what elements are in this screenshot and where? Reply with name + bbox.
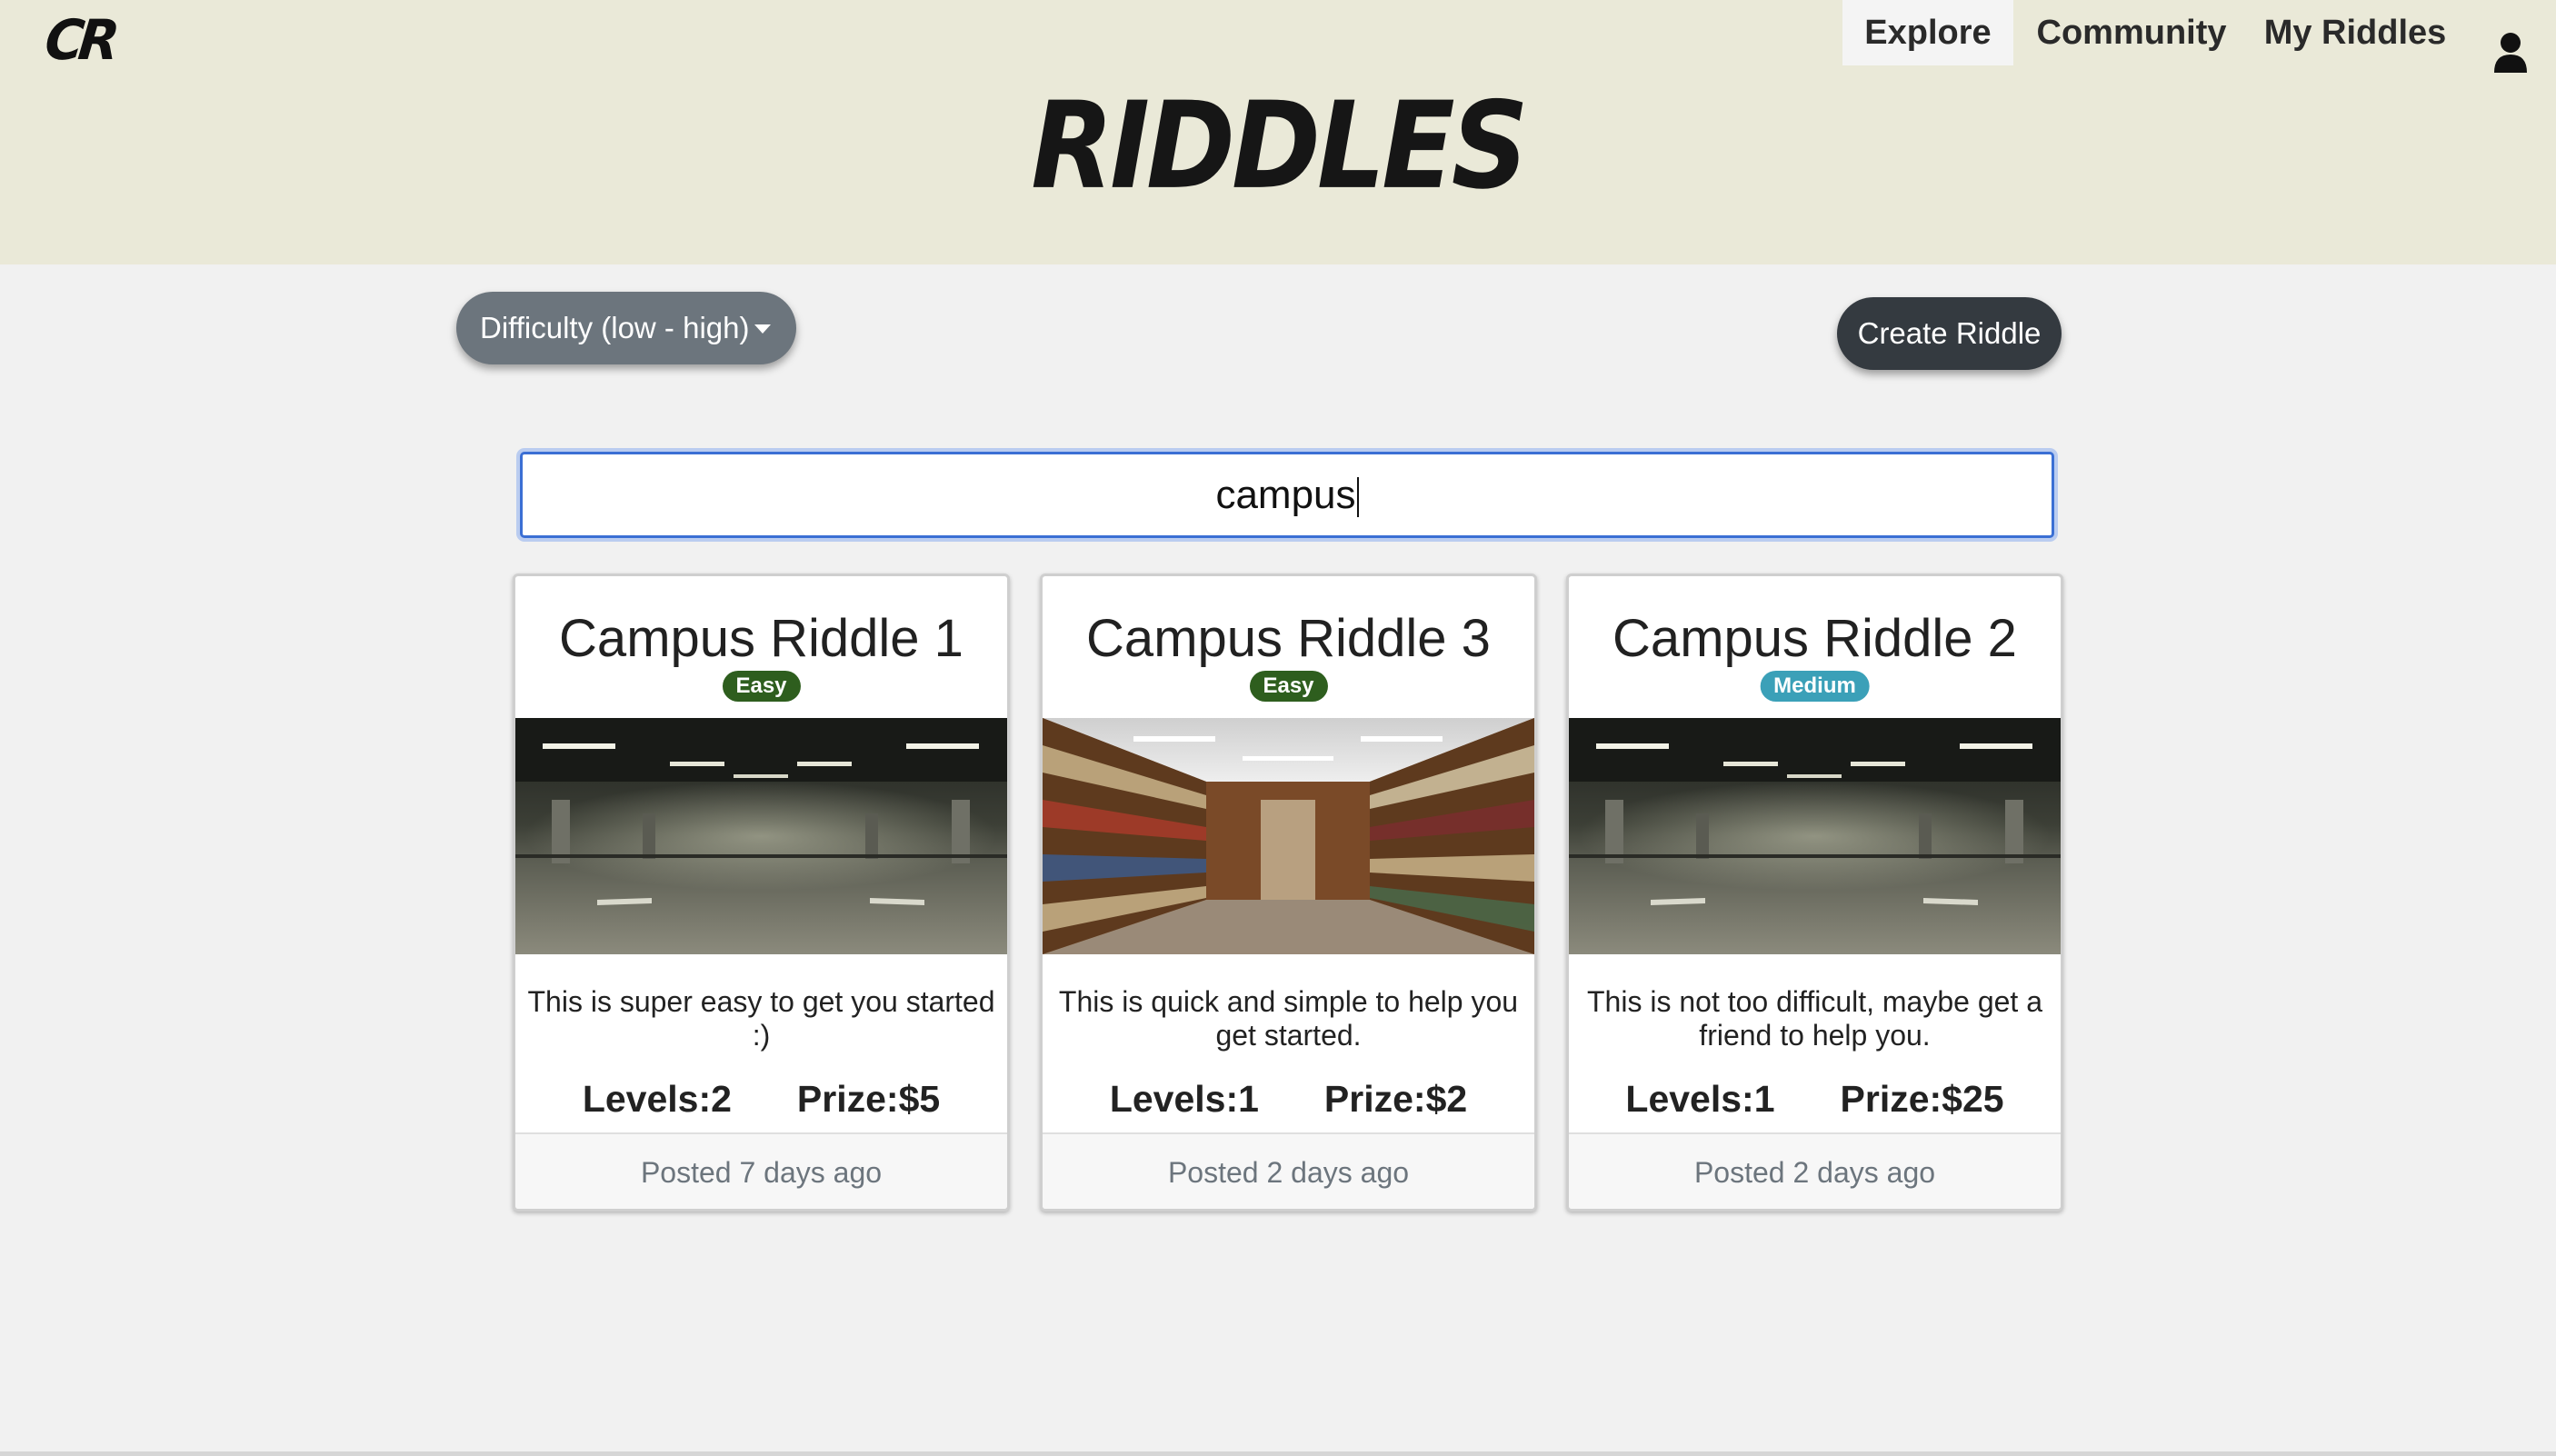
difficulty-badge: Medium [1760,671,1870,702]
chevron-down-icon [754,324,771,334]
card-levels: Levels:2 [582,1078,732,1120]
riddle-card[interactable]: Campus Riddle 1 Easy This is super easy … [513,573,1010,1212]
card-description: This is not too difficult, maybe get a f… [1587,985,2042,1052]
card-posted-date: Posted 7 days ago [515,1132,1007,1209]
card-description: This is quick and simple to help you get… [1058,985,1519,1052]
card-title: Campus Riddle 2 [1612,609,2017,668]
card-levels: Levels:1 [1109,1078,1259,1120]
page-title: RIDDLES [1031,75,1528,216]
search-input[interactable]: campus [520,452,2054,538]
parking-garage-image [515,718,1007,954]
nav-explore[interactable]: Explore [1842,0,2013,65]
page-bottom-divider [0,1451,2556,1456]
card-description: This is super easy to get you started :) [527,985,995,1052]
card-levels: Levels:1 [1625,1078,1775,1120]
card-title: Campus Riddle 1 [559,609,963,668]
search-value: campus [1215,473,1356,517]
card-stats: Levels:1 Prize:$25 [1569,1076,2061,1122]
nav-my-riddles[interactable]: My Riddles [2254,0,2456,65]
difficulty-badge: Easy [722,671,801,702]
user-icon[interactable] [2492,31,2529,75]
card-posted-date: Posted 2 days ago [1043,1132,1534,1209]
card-prize: Prize:$25 [1840,1078,2004,1120]
card-posted-date: Posted 2 days ago [1569,1132,2061,1209]
create-riddle-button[interactable]: Create Riddle [1837,297,2062,370]
card-prize: Prize:$5 [796,1078,941,1120]
text-cursor [1356,477,1359,518]
parking-garage-image [1569,718,2061,954]
site-header: CR Explore Community My Riddles RIDDLES [0,0,2556,264]
riddle-card[interactable]: Campus Riddle 2 Medium This is not too d… [1566,573,2063,1212]
sort-label: Difficulty (low - high) [480,311,750,344]
difficulty-badge: Easy [1249,671,1328,702]
site-logo[interactable]: CR [42,7,117,72]
riddle-card[interactable]: Campus Riddle 3 Easy This is quick and s… [1040,573,1537,1212]
card-stats: Levels:2 Prize:$5 [515,1076,1007,1122]
difficulty-sort-dropdown[interactable]: Difficulty (low - high) [456,292,796,364]
card-prize: Prize:$2 [1323,1078,1468,1120]
card-title: Campus Riddle 3 [1086,609,1491,668]
library-bookshelves-image [1043,718,1534,954]
nav-community[interactable]: Community [2024,0,2239,65]
card-stats: Levels:1 Prize:$2 [1043,1076,1534,1122]
